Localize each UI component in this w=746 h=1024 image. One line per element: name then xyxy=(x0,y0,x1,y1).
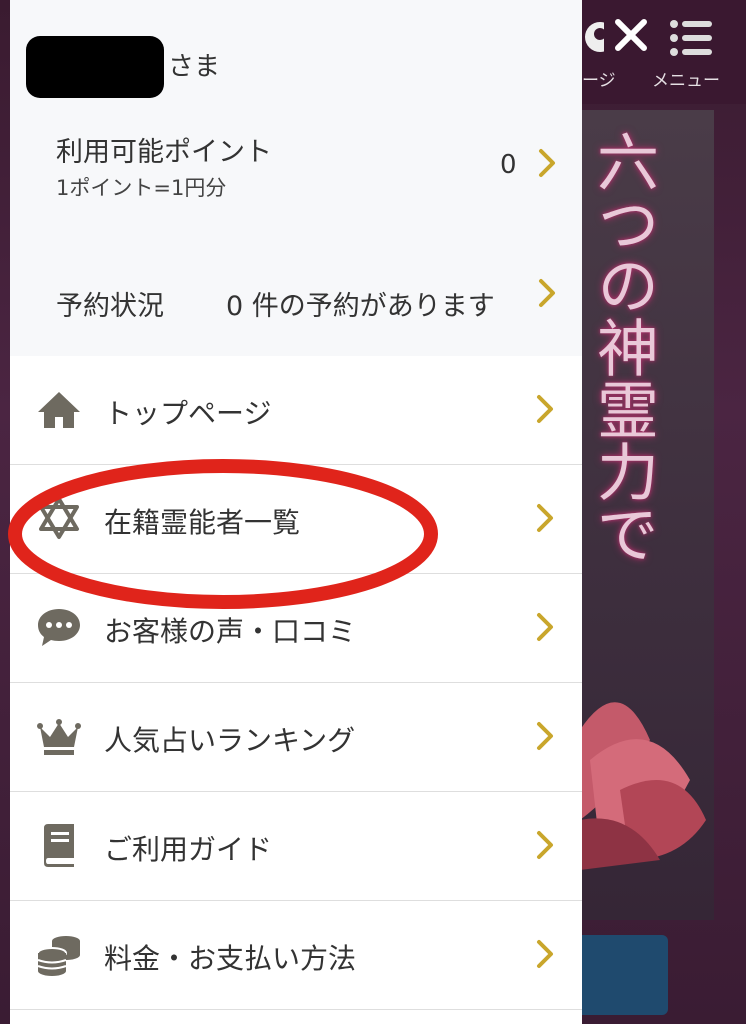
chevron-right-icon xyxy=(537,395,553,423)
lotus-image xyxy=(580,702,706,870)
coins-icon xyxy=(37,936,80,976)
crown-icon xyxy=(37,719,81,755)
menu-item-pricing[interactable]: 料金・お支払い方法 xyxy=(10,901,582,1010)
points-value: 0 xyxy=(500,150,517,180)
hero-text: 六つの神霊力で xyxy=(586,130,659,564)
menu-label: メニュー xyxy=(652,71,720,91)
chevron-right-icon xyxy=(537,722,553,750)
close-icon[interactable] xyxy=(614,14,648,54)
menu-item-psychics-list[interactable]: 在籍霊能者一覧 xyxy=(10,465,582,574)
book-icon xyxy=(44,824,74,867)
background-button xyxy=(580,935,668,1015)
reservation-label: 予約状況 xyxy=(56,291,164,322)
menu-item-label: 人気占いランキング xyxy=(104,724,356,757)
reservation-status: 0 件の予約があります xyxy=(226,291,495,322)
star-of-david-icon xyxy=(39,497,79,539)
menu-list: トップページ 在籍霊能者一覧 お客様の声・口コミ 人気占いランキング ご利用ガイ… xyxy=(10,356,582,1010)
message-label: ージ xyxy=(582,71,616,91)
chevron-right-icon xyxy=(537,940,553,968)
menu-item-top-page[interactable]: トップページ xyxy=(10,356,582,465)
message-icon[interactable] xyxy=(580,20,604,54)
user-panel: さま 利用可能ポイント 1ポイント=1円分 0 予約状況 0 件の予約があります xyxy=(10,0,582,356)
menu-item-label: 料金・お支払い方法 xyxy=(104,942,357,975)
menu-item-label: ご利用ガイド xyxy=(104,833,273,866)
chevron-right-icon xyxy=(539,279,555,307)
speech-bubble-icon xyxy=(38,609,80,646)
menu-item-label: トップページ xyxy=(104,397,272,430)
points-rate: 1ポイント=1円分 xyxy=(56,176,227,200)
home-icon xyxy=(38,392,80,428)
points-label: 利用可能ポイント xyxy=(56,137,272,168)
list-menu-icon[interactable] xyxy=(668,18,714,58)
menu-item-ranking[interactable]: 人気占いランキング xyxy=(10,683,582,792)
user-honorific: さま xyxy=(168,52,221,82)
menu-item-label: お客様の声・口コミ xyxy=(104,615,357,648)
redacted-user-name xyxy=(26,36,164,98)
side-drawer: さま 利用可能ポイント 1ポイント=1円分 0 予約状況 0 件の予約があります… xyxy=(10,0,582,1024)
menu-item-reviews[interactable]: お客様の声・口コミ xyxy=(10,574,582,683)
chevron-right-icon xyxy=(537,831,553,859)
chevron-right-icon xyxy=(537,613,553,641)
menu-item-label: 在籍霊能者一覧 xyxy=(104,506,301,539)
chevron-right-icon xyxy=(537,504,553,532)
chevron-right-icon xyxy=(539,149,555,177)
menu-item-guide[interactable]: ご利用ガイド xyxy=(10,792,582,901)
